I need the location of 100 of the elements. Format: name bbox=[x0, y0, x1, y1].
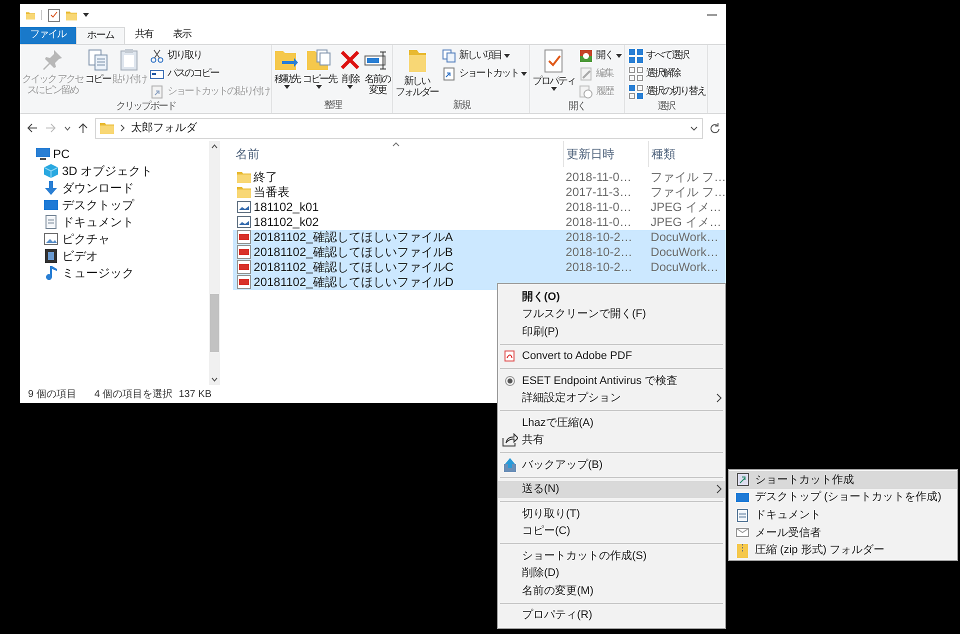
menu-item[interactable]: 印刷(P) bbox=[498, 323, 725, 340]
picture-icon bbox=[44, 233, 58, 246]
menu-item[interactable]: 切り取り(T) bbox=[498, 505, 725, 522]
nav-item[interactable]: ミュージック bbox=[20, 264, 209, 282]
selection-count: 4 個の項目を選択 bbox=[94, 388, 173, 402]
ribbon-tab[interactable]: 共有 bbox=[125, 26, 163, 44]
ribbon-button[interactable]: 新しい フォルダー bbox=[395, 48, 438, 98]
menu-item[interactable]: コピー(C) bbox=[498, 522, 725, 540]
ribbon-button[interactable]: 選択解除 bbox=[628, 66, 706, 82]
ribbon-button[interactable]: 開く bbox=[578, 48, 622, 64]
image-file-icon bbox=[236, 201, 251, 214]
file-type: DocuWork… bbox=[650, 259, 718, 276]
file-name: 20181102_確認してほしいファイルC bbox=[254, 259, 454, 276]
back-arrow-icon bbox=[26, 123, 38, 134]
path-icon bbox=[150, 68, 164, 80]
forward-arrow-icon bbox=[45, 123, 57, 134]
menu-item[interactable]: 詳細設定オプション bbox=[498, 390, 725, 407]
monitor-icon bbox=[36, 148, 50, 160]
group-label: 開く bbox=[568, 100, 587, 113]
group-label: 選択 bbox=[656, 100, 676, 113]
menu-item[interactable]: ESET Endpoint Antivirus で検査 bbox=[498, 372, 725, 390]
address-bar[interactable]: 太郎フォルダ bbox=[95, 118, 703, 139]
menu-item[interactable]: ドキュメント bbox=[729, 506, 957, 524]
selection-size: 137 KB bbox=[178, 388, 212, 402]
file-row[interactable]: 当番表 2017-11-3… ファイル フ… bbox=[232, 184, 726, 200]
column-header[interactable]: 種類 bbox=[648, 140, 726, 167]
radio-dot-icon bbox=[505, 376, 515, 386]
ribbon-tab[interactable]: ファイル bbox=[20, 26, 76, 44]
ribbon-button[interactable]: 新しい項目 bbox=[442, 48, 528, 64]
ribbon-tab[interactable]: ホーム bbox=[76, 26, 125, 44]
menu-item[interactable]: ショートカット作成 bbox=[729, 471, 957, 489]
open-icon bbox=[578, 48, 593, 63]
group-label: 新規 bbox=[452, 98, 472, 113]
modified-date: 2018-10-2… bbox=[566, 244, 632, 262]
menu-item[interactable]: ショートカットの作成(S) bbox=[498, 547, 725, 564]
menu-item[interactable]: デスクトップ (ショートカットを作成) bbox=[729, 488, 957, 506]
nav-item[interactable]: 3D オブジェクト bbox=[20, 162, 209, 180]
file-name: 181102_k02 bbox=[254, 214, 319, 232]
nav-item[interactable]: PC bbox=[20, 146, 209, 163]
file-row[interactable]: 20181102_確認してほしいファイルC 2018-10-2… DocuWork… bbox=[232, 260, 726, 275]
menu-item[interactable]: バックアップ(B) bbox=[498, 456, 725, 474]
menu-item[interactable]: 圧縮 (zip 形式) フォルダー bbox=[729, 542, 957, 560]
ribbon-button[interactable]: 名前の 変更 bbox=[364, 48, 390, 96]
nav-item[interactable]: デスクトップ bbox=[20, 196, 209, 214]
file-name: 181102_k01 bbox=[254, 199, 319, 216]
menu-item[interactable]: プロパティ(R) bbox=[498, 606, 725, 624]
menu-item[interactable]: メール受信者 bbox=[729, 524, 957, 542]
file-type: JPEG イメ… bbox=[650, 214, 722, 232]
file-type: ファイル フ… bbox=[650, 184, 726, 202]
nav-item[interactable]: ドキュメント bbox=[20, 214, 209, 231]
nav-item[interactable]: ピクチャ bbox=[20, 230, 209, 248]
ribbon-button[interactable]: パスのコピー bbox=[150, 66, 270, 82]
up-arrow-icon bbox=[78, 122, 88, 134]
caret-icon bbox=[64, 126, 71, 131]
menu-item[interactable]: Lhazで圧縮(A) bbox=[498, 414, 725, 432]
chevron-right-icon bbox=[716, 484, 722, 494]
ribbon-button[interactable]: コピー先 bbox=[302, 48, 336, 89]
ribbon-button[interactable]: 選択の切り替え bbox=[628, 84, 706, 100]
ribbon-button[interactable]: 切り取り bbox=[150, 48, 270, 64]
folder-copy-icon bbox=[306, 48, 332, 72]
caret-icon bbox=[690, 126, 698, 131]
grid-icon bbox=[628, 66, 643, 81]
chevron-right-icon bbox=[120, 124, 125, 132]
ribbon-button[interactable]: コピー bbox=[84, 48, 110, 85]
docuworks-file-icon bbox=[236, 260, 251, 274]
ribbon-button[interactable]: 削除 bbox=[338, 48, 362, 89]
file-type: DocuWork… bbox=[650, 244, 718, 262]
caret-icon bbox=[521, 72, 528, 76]
address-path: 太郎フォルダ bbox=[131, 120, 197, 136]
shortcut-icon bbox=[442, 66, 456, 81]
menu-item[interactable]: フルスクリーンで開く(F) bbox=[498, 306, 725, 323]
menu-item[interactable]: 名前の変更(M) bbox=[498, 582, 725, 600]
pdf-icon bbox=[504, 350, 516, 362]
menu-item[interactable]: Convert to Adobe PDF bbox=[498, 348, 725, 365]
ribbon-button[interactable]: ショートカット bbox=[442, 66, 528, 82]
file-row[interactable]: 終了 2018-11-0… ファイル フ… bbox=[232, 170, 726, 185]
menu-item[interactable]: 削除(D) bbox=[498, 564, 725, 582]
ribbon-tab[interactable]: 表示 bbox=[163, 26, 201, 44]
file-type: JPEG イメ… bbox=[650, 199, 722, 216]
scrollbar[interactable] bbox=[208, 140, 220, 386]
menu-item[interactable]: 送る(N) bbox=[498, 480, 725, 498]
clock-icon bbox=[578, 84, 593, 99]
folder-icon bbox=[236, 171, 251, 184]
file-row[interactable]: 181102_k02 2018-11-0… JPEG イメ… bbox=[232, 214, 726, 230]
menu-item[interactable]: 開く(O) bbox=[498, 288, 725, 306]
ribbon-button[interactable]: プロパティ bbox=[532, 48, 575, 91]
column-header[interactable]: 名前 bbox=[232, 140, 563, 167]
folder-icon bbox=[236, 186, 251, 198]
file-row[interactable]: 181102_k01 2018-11-0… JPEG イメ… bbox=[232, 200, 726, 215]
envelope-icon bbox=[736, 528, 749, 538]
menu-item[interactable]: 共有 bbox=[498, 432, 725, 449]
file-row[interactable]: 20181102_確認してほしいファイルA 2018-10-2… DocuWork… bbox=[232, 230, 726, 245]
file-row[interactable]: 20181102_確認してほしいファイルB 2018-10-2… DocuWork… bbox=[232, 244, 726, 260]
nav-item[interactable]: ダウンロード bbox=[20, 180, 209, 197]
ribbon-button[interactable]: すべて選択 bbox=[628, 48, 706, 64]
column-header[interactable]: 更新日時 bbox=[562, 140, 648, 167]
scroll-thumb[interactable] bbox=[210, 294, 219, 352]
ribbon-button[interactable]: 移動先 bbox=[274, 48, 300, 89]
caret-icon bbox=[616, 54, 622, 58]
nav-item[interactable]: ビデオ bbox=[20, 248, 209, 265]
